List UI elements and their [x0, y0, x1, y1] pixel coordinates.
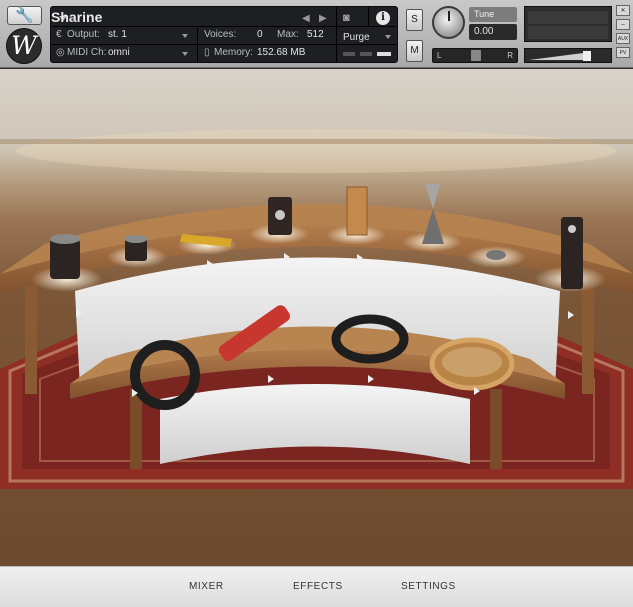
instrument-shaker-2[interactable] [125, 235, 147, 261]
output-label: Output: [67, 29, 100, 40]
table-leg-right [582, 284, 594, 394]
library-logo: W [6, 28, 42, 64]
minimize-icon[interactable]: – [616, 19, 630, 30]
pan-slider[interactable]: L R [432, 48, 518, 63]
instrument-panel: Sharine ◀ ▶ ◙ i € Output: st. 1 Voices: … [50, 6, 398, 63]
tune-knob[interactable] [432, 6, 465, 39]
instrument-shaker-1[interactable] [50, 234, 80, 279]
previous-arrow-icon[interactable]: ◀ [302, 13, 310, 24]
voices-label: Voices: [204, 29, 237, 40]
purge-bar-1 [343, 52, 355, 56]
meter-left [528, 11, 608, 24]
pv-button[interactable]: PV [616, 47, 630, 58]
instrument-stage [0, 69, 633, 566]
voices-value: 0 [257, 29, 263, 40]
tune-value[interactable]: 0.00 [469, 24, 517, 40]
volume-slider[interactable] [524, 48, 612, 63]
purge-bar-3 [377, 52, 391, 56]
stage-scene [0, 129, 633, 489]
midi-channel-value[interactable]: omni [108, 47, 130, 58]
memory-icon: ▯ [204, 47, 210, 58]
output-icon: € [56, 29, 62, 40]
memory-value: 152.68 MB [257, 47, 306, 58]
table-leg-left [25, 284, 37, 394]
level-meter [524, 6, 612, 42]
midi-icon: ◎ [56, 47, 65, 58]
volume-ramp [529, 52, 591, 60]
pan-right-label: R [507, 51, 513, 60]
tab-effects[interactable]: EFFECTS [293, 581, 343, 592]
instrument-header: 🔧 W Sharine ◀ ▶ ◙ i € Output: st. 1 Voic… [0, 0, 633, 68]
purge-bar-2 [360, 52, 372, 56]
camera-icon[interactable]: ◙ [343, 12, 350, 24]
instrument-tall-shaker[interactable] [561, 217, 583, 289]
output-value[interactable]: st. 1 [108, 29, 127, 40]
volume-handle[interactable] [583, 51, 591, 61]
midi-dropdown-icon[interactable] [182, 52, 188, 56]
mute-button[interactable]: M [406, 40, 423, 62]
output-dropdown-icon[interactable] [182, 34, 188, 38]
midi-channel-label: MIDI Ch: [67, 47, 107, 58]
meter-right [528, 26, 608, 39]
close-icon[interactable]: ✕ [616, 5, 630, 16]
tab-settings[interactable]: SETTINGS [401, 581, 456, 592]
info-icon[interactable]: i [376, 11, 390, 25]
instrument-cylinder-shaker[interactable] [268, 197, 292, 235]
instrument-name[interactable]: Sharine [51, 9, 102, 26]
play-arrow-icon[interactable] [568, 311, 574, 319]
wrench-icon[interactable]: 🔧 [7, 6, 42, 25]
solo-button[interactable]: S [406, 9, 423, 31]
purge-menu[interactable]: Purge [343, 32, 370, 43]
pan-handle[interactable] [471, 50, 481, 61]
instrument-wooden-block[interactable] [346, 186, 368, 236]
tab-mixer[interactable]: MIXER [189, 581, 224, 592]
purge-dropdown-icon[interactable] [385, 35, 391, 39]
tune-label: Tune [469, 7, 517, 22]
max-voices-value[interactable]: 512 [307, 29, 324, 40]
ceiling-light-glow [16, 129, 616, 173]
max-voices-label: Max: [277, 29, 299, 40]
footer-nav: MIXER EFFECTS SETTINGS [0, 566, 633, 607]
instrument-small-cymbal[interactable] [486, 250, 506, 260]
pan-left-label: L [437, 51, 442, 60]
instrument-tambourine-right[interactable] [429, 337, 515, 391]
memory-label: Memory: [214, 47, 253, 58]
aux-button[interactable]: AUX [616, 33, 630, 44]
next-arrow-icon[interactable]: ▶ [319, 13, 327, 24]
